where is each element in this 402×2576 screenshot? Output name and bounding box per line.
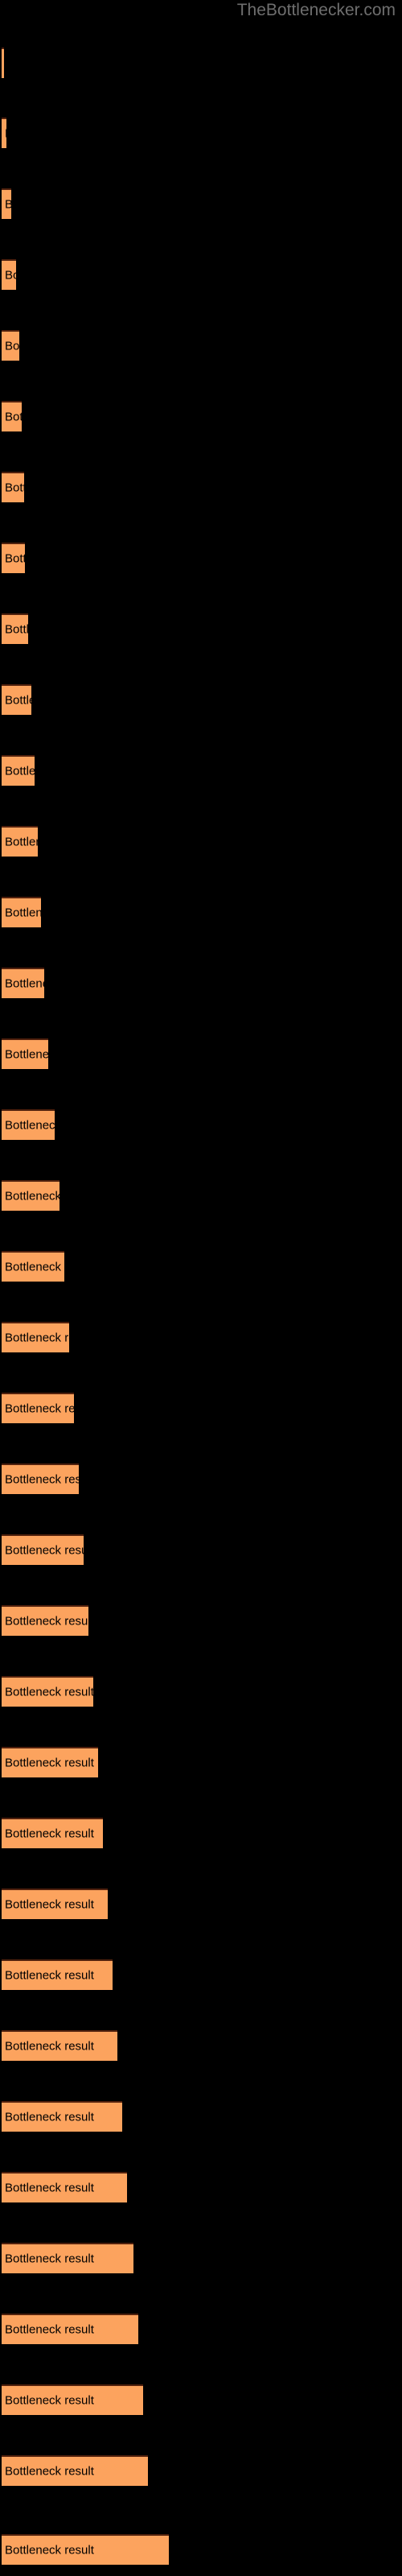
bar-label: Bottleneck result xyxy=(5,2393,94,2408)
bottleneck-bar-chart: Bottleneck result Bottleneck result Bottle… xyxy=(0,0,402,2576)
bar-label: Bottleneck result xyxy=(5,2464,94,2479)
bar-label: Bottleneck result xyxy=(5,1685,93,1699)
bar-label: Bottleneck result xyxy=(5,835,38,849)
bar-label: Bottleneck result xyxy=(5,2181,94,2195)
bar-bottleneck-result[interactable]: Bottleneck result xyxy=(2,1889,108,1919)
bar-bottleneck-result[interactable]: Bottleneck result xyxy=(2,968,44,998)
bar-label: Bottleneck result xyxy=(5,906,41,920)
bar-label: Bottleneck result xyxy=(5,1543,84,1558)
bar-bottleneck-result[interactable]: Bottleneck result xyxy=(2,755,35,786)
bar-bottleneck-result[interactable]: Bottleneck result xyxy=(2,897,41,927)
bar-label: Bottleneck result xyxy=(5,2322,94,2337)
bar-bottleneck-result[interactable]: Bottleneck result xyxy=(2,2243,133,2273)
bar-label: Bottleneck result xyxy=(5,622,28,637)
bar-label: Bottleneck result xyxy=(5,1472,79,1487)
bar-bottleneck-result[interactable]: Bottleneck result xyxy=(2,684,31,715)
bar-bottleneck-result[interactable]: Bottleneck result xyxy=(2,826,38,857)
bar-label: Bottleneck result xyxy=(5,2252,94,2266)
bar-label: Bottleneck result xyxy=(5,1897,94,1912)
bar-label: Bottleneck result xyxy=(5,1260,64,1274)
bar-bottleneck-result[interactable]: Bottleneck result xyxy=(2,613,28,644)
bar-bottleneck-result[interactable]: Bottleneck result xyxy=(2,2172,127,2202)
bar-bottleneck-result[interactable]: Bottleneck result xyxy=(2,401,22,431)
bar-bottleneck-result[interactable]: Bottleneck result xyxy=(2,188,11,219)
bar-bottleneck-result[interactable]: Bottleneck result xyxy=(2,2314,138,2344)
bar-label: Bottleneck result xyxy=(5,976,44,991)
bar-bottleneck-result[interactable]: Bottleneck result xyxy=(2,1463,79,1494)
bar-bottleneck-result[interactable]: Bottleneck result xyxy=(2,2030,117,2061)
bar-label: Bottleneck result xyxy=(5,339,19,353)
bar-label: Bottleneck result xyxy=(5,1189,59,1203)
bar-label: Bottleneck result xyxy=(5,2110,94,2124)
bar-label: Bottleneck result xyxy=(5,268,16,283)
bar-label: Bottleneck result xyxy=(5,127,6,141)
bar-label: Bottleneck result xyxy=(5,1118,55,1133)
bar-bottleneck-result[interactable]: Bottleneck result xyxy=(2,1322,69,1352)
bar-bottleneck-result[interactable]: Bottleneck result xyxy=(2,472,24,502)
bar-label: Bottleneck result xyxy=(5,410,22,424)
bar-bottleneck-result[interactable]: Bottleneck result xyxy=(2,330,19,361)
bar-bottleneck-result[interactable]: Bottleneck result xyxy=(2,47,4,78)
bar-label: Bottleneck result xyxy=(5,1968,94,1983)
bar-label: Bottleneck result xyxy=(5,1047,48,1062)
bar-bottleneck-result[interactable]: Bottleneck result xyxy=(2,2455,148,2486)
bar-label: Bottleneck result xyxy=(5,481,24,495)
bar-bottleneck-result[interactable]: Bottleneck result xyxy=(2,1251,64,1282)
bar-bottleneck-result[interactable]: Bottleneck result xyxy=(2,1959,113,1990)
bar-label: Bottleneck result xyxy=(5,551,25,566)
bar-bottleneck-result[interactable]: Bottleneck result xyxy=(2,118,6,148)
bar-bottleneck-result[interactable]: Bottleneck result xyxy=(2,543,25,573)
bar-label: Bottleneck result xyxy=(5,1614,88,1629)
bar-bottleneck-result[interactable]: Bottleneck result xyxy=(2,1180,59,1211)
bar-bottleneck-result[interactable]: Bottleneck result xyxy=(2,1109,55,1140)
bar-label: Bottleneck result xyxy=(5,1827,94,1841)
bar-label: Bottleneck result xyxy=(5,764,35,778)
bar-bottleneck-result[interactable]: Bottleneck result xyxy=(2,1676,93,1707)
bar-bottleneck-result[interactable]: Bottleneck result xyxy=(2,2384,143,2415)
bar-label: Bottleneck result xyxy=(5,693,31,708)
bar-bottleneck-result[interactable]: Bottleneck result xyxy=(2,1747,98,1777)
bar-bottleneck-result[interactable]: Bottleneck result xyxy=(2,2101,122,2132)
bar-label: Bottleneck result xyxy=(5,1402,74,1416)
bar-bottleneck-result[interactable]: Bottleneck result xyxy=(2,2534,169,2565)
bar-bottleneck-result[interactable]: Bottleneck result xyxy=(2,1038,48,1069)
bar-bottleneck-result[interactable]: Bottleneck result xyxy=(2,1534,84,1565)
bar-label: Bottleneck result xyxy=(5,1756,94,1770)
bar-bottleneck-result[interactable]: Bottleneck result xyxy=(2,259,16,290)
bar-label: Bottleneck result xyxy=(5,2543,94,2557)
bar-bottleneck-result[interactable]: Bottleneck result xyxy=(2,1818,103,1848)
bar-bottleneck-result[interactable]: Bottleneck result xyxy=(2,1393,74,1423)
bar-bottleneck-result[interactable]: Bottleneck result xyxy=(2,1605,88,1636)
bar-label: Bottleneck result xyxy=(5,2039,94,2054)
bar-label: Bottleneck result xyxy=(5,198,11,212)
bar-label: Bottleneck result xyxy=(5,1331,69,1345)
